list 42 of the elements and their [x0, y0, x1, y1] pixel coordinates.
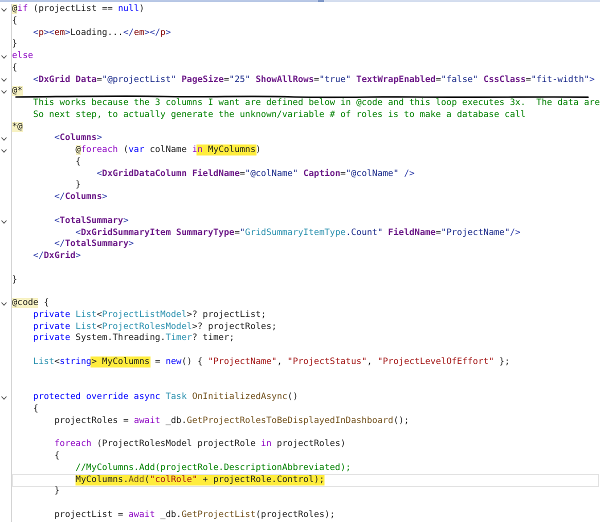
code-line: @foreach (var colName in MyColumns) [76, 145, 261, 157]
code-line: @code { [12, 298, 50, 310]
code-line: <p><em>Loading...</em></p> [33, 28, 171, 40]
code-line: projectList = await _db.GetProjectList(projectRoles); [54, 510, 336, 522]
chevron-icon[interactable] [1, 137, 7, 142]
code-line: <DxGrid Data="@projectList" PageSize="25" ShowAllRows="true" TextWrapEnabled="false" CssClass="fit-width"> [33, 74, 595, 86]
code-line: private System.Threading.Timer? timer; [33, 333, 234, 346]
code-line: { [54, 451, 60, 463]
code-line: { [12, 16, 18, 28]
code-line: private List<ProjectListModel>? projectList; [33, 310, 266, 322]
code-line: { [33, 404, 38, 416]
code-line: { [12, 62, 18, 75]
code-line: <DxGridDataColumn FieldName="@colName" Caption="@colName" /> [96, 168, 415, 180]
chevron-icon[interactable] [1, 54, 7, 59]
code-line: else [12, 51, 34, 63]
code-line: <TotalSummary> [54, 216, 129, 228]
code-line: } [12, 39, 18, 51]
code-line: List<string> MyColumns = new() { "ProjectName", "ProjectStatus", "ProjectLevelOfEffort" }; [33, 356, 510, 369]
code-line: So next step, to actually generate the unknown/variable # of roles is to make a database call [33, 110, 526, 122]
code-line: projectRoles = await _db.GetProjectRolesToBeDisplayedInDashboard(); [54, 416, 410, 428]
code-line: <DxGridSummaryItem SummaryType="GridSummaryItemType.Count" FieldName="ProjectName"/> [76, 228, 520, 239]
code-line: </DxGrid> [33, 251, 81, 263]
chevron-icon[interactable] [1, 149, 7, 154]
code-line: </TotalSummary> [54, 239, 134, 250]
chevron-icon[interactable] [1, 8, 7, 12]
chevron-icon[interactable] [1, 90, 7, 94]
code-line: protected override async Task OnInitializedAsync() [33, 392, 298, 404]
code-line: private List<ProjectRolesModel>? projectRoles; [33, 322, 277, 333]
code-line: This works because the 3 columns I want are defined below in @code and this loop executes 3x. The data are [33, 98, 600, 110]
code-line: foreach (ProjectRolesModel projectRole in projectRoles) [54, 439, 346, 451]
code-line: </Columns> [54, 192, 108, 204]
code-line: @if (projectList == null) [12, 4, 144, 16]
chevron-icon[interactable] [1, 220, 7, 224]
code-line: //MyColumns.Add(projectRole.DescriptionAbbreviated); [76, 462, 351, 475]
code-line: } [76, 180, 81, 192]
chevron-icon[interactable] [1, 302, 7, 306]
chevron-icon[interactable] [1, 396, 7, 400]
code-line: { [76, 156, 81, 169]
chevron-icon[interactable] [1, 78, 7, 82]
code-line: } [12, 274, 18, 286]
code-line: } [54, 486, 60, 498]
code-line: <Columns> [54, 133, 102, 145]
